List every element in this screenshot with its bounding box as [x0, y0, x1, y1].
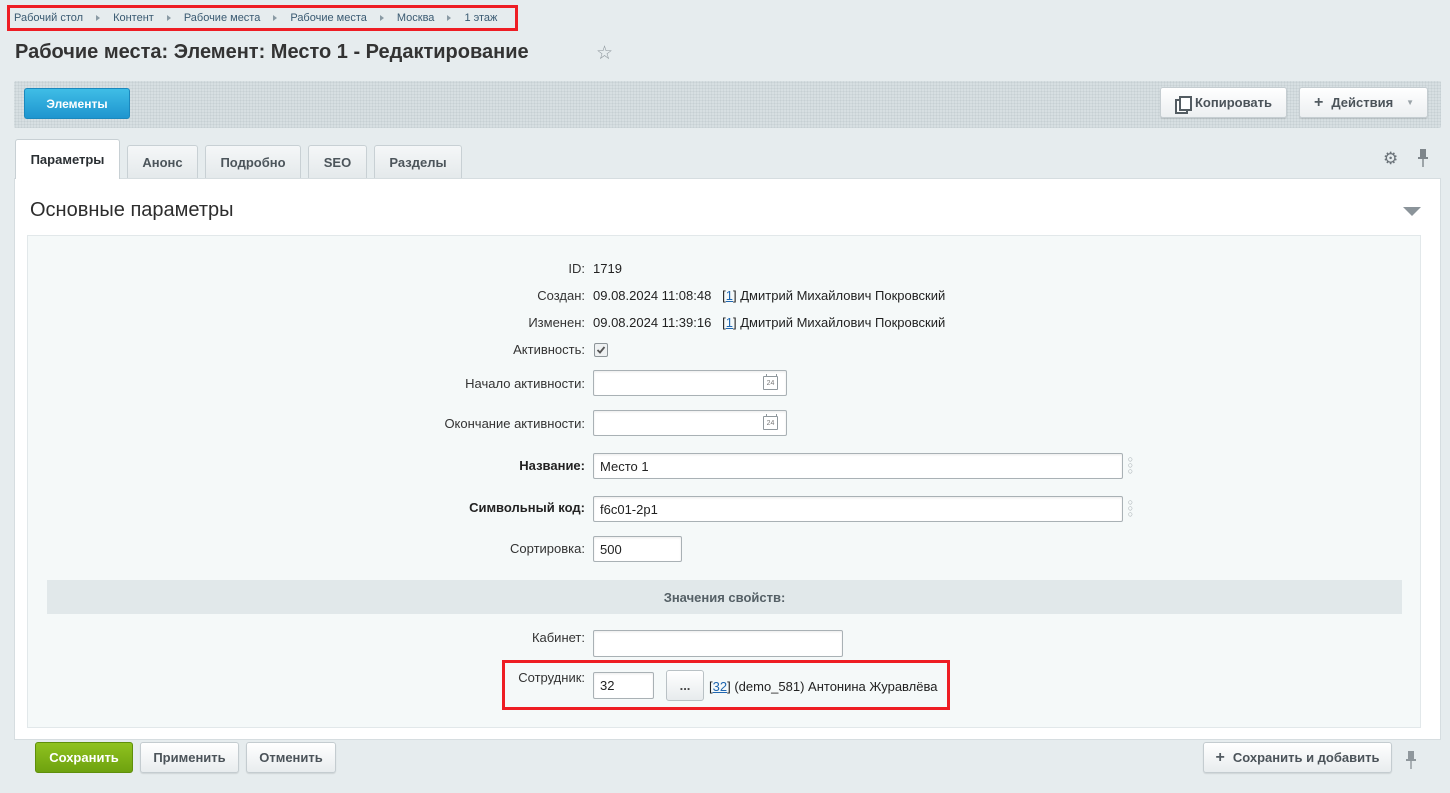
- active-checkbox[interactable]: [594, 343, 608, 357]
- name-label: Название:: [519, 458, 585, 473]
- modified-label: Изменен:: [528, 315, 585, 330]
- sort-input[interactable]: 500: [593, 536, 682, 562]
- breadcrumb-item-content[interactable]: Контент: [113, 12, 154, 24]
- tab-parameters[interactable]: Параметры: [15, 139, 120, 179]
- breadcrumb-separator-icon: [447, 15, 452, 21]
- gear-icon[interactable]: ⚙: [1383, 149, 1398, 169]
- translit-link-icon[interactable]: ○ ○ ○: [1126, 455, 1135, 476]
- id-label: ID:: [568, 261, 585, 276]
- created-value: 09.08.2024 11:08:48 [1] Дмитрий Михайлов…: [593, 288, 946, 303]
- employee-name: (demo_581) Антонина Журавлёва: [734, 679, 938, 694]
- modified-user-link[interactable]: 1: [726, 315, 733, 330]
- calendar-icon[interactable]: 24: [763, 374, 778, 390]
- employee-browse-button[interactable]: ...: [666, 670, 704, 701]
- employee-label: Сотрудник:: [518, 670, 585, 685]
- cancel-button[interactable]: Отменить: [246, 742, 336, 773]
- save-and-add-button[interactable]: + Сохранить и добавить: [1203, 742, 1392, 773]
- favorite-star-icon[interactable]: ☆: [596, 42, 613, 65]
- code-label: Символьный код:: [469, 500, 585, 515]
- tab-details[interactable]: Подробно: [205, 145, 301, 178]
- active-label: Активность:: [513, 342, 585, 357]
- modified-date: 09.08.2024 11:39:16: [593, 315, 712, 330]
- created-label: Создан:: [537, 288, 585, 303]
- actions-button-label: Действия: [1331, 95, 1394, 110]
- name-input[interactable]: Место 1: [593, 453, 1123, 479]
- page-title: Рабочие места: Элемент: Место 1 - Редакт…: [15, 41, 529, 63]
- calendar-icon[interactable]: 24: [763, 414, 778, 430]
- employee-link[interactable]: 32: [713, 679, 727, 694]
- actions-button[interactable]: + Действия ▼: [1299, 87, 1428, 118]
- apply-button[interactable]: Применить: [140, 742, 239, 773]
- cabinet-label: Кабинет:: [531, 630, 585, 645]
- section-title: Основные параметры: [30, 199, 234, 221]
- active-from-label: Начало активности:: [465, 376, 585, 391]
- modified-user-name: Дмитрий Михайлович Покровский: [740, 315, 946, 330]
- breadcrumb-item-workplaces-2[interactable]: Рабочие места: [290, 12, 367, 24]
- plus-icon: +: [1215, 748, 1225, 766]
- collapse-triangle-icon[interactable]: [1403, 207, 1421, 216]
- cabinet-input[interactable]: [593, 630, 843, 657]
- created-user-name: Дмитрий Михайлович Покровский: [740, 288, 946, 303]
- pin-icon[interactable]: [1417, 148, 1429, 168]
- copy-button[interactable]: Копировать: [1160, 87, 1287, 118]
- active-to-label: Окончание активности:: [444, 416, 585, 431]
- breadcrumb-item-floor[interactable]: 1 этаж: [464, 12, 497, 24]
- breadcrumb-separator-icon: [166, 15, 171, 21]
- breadcrumb: Рабочий стол Контент Рабочие места Рабоч…: [7, 5, 518, 31]
- sort-label: Сортировка:: [510, 541, 585, 556]
- breadcrumb-separator-icon: [379, 15, 384, 21]
- tab-announce[interactable]: Анонс: [127, 145, 198, 178]
- save-button[interactable]: Сохранить: [35, 742, 133, 773]
- modified-value: 09.08.2024 11:39:16 [1] Дмитрий Михайлов…: [593, 315, 946, 330]
- copy-button-label: Копировать: [1194, 95, 1272, 110]
- plus-icon: +: [1314, 93, 1324, 111]
- code-input[interactable]: f6c01-2p1: [593, 496, 1123, 522]
- created-date: 09.08.2024 11:08:48: [593, 288, 712, 303]
- breadcrumb-item-workplaces[interactable]: Рабочие места: [184, 12, 261, 24]
- elements-back-button[interactable]: Элементы: [24, 88, 130, 119]
- tab-sections[interactable]: Разделы: [374, 145, 462, 178]
- copy-icon: [1175, 95, 1192, 114]
- checkmark-icon: [596, 346, 606, 354]
- breadcrumb-separator-icon: [273, 15, 278, 21]
- pin-icon[interactable]: [1405, 750, 1417, 770]
- save-and-add-label: Сохранить и добавить: [1232, 750, 1380, 765]
- translit-link-icon[interactable]: ○ ○ ○: [1126, 498, 1135, 519]
- breadcrumb-item-moscow[interactable]: Москва: [397, 12, 435, 24]
- id-value: 1719: [593, 261, 622, 276]
- employee-input[interactable]: 32: [593, 672, 654, 699]
- breadcrumb-separator-icon: [96, 15, 101, 21]
- breadcrumb-item-desktop[interactable]: Рабочий стол: [14, 12, 83, 24]
- properties-header: Значения свойств:: [47, 580, 1402, 614]
- chevron-down-icon: ▼: [1406, 98, 1415, 107]
- created-user-link[interactable]: 1: [726, 288, 733, 303]
- tab-seo[interactable]: SEO: [308, 145, 367, 178]
- employee-description: [32] (demo_581) Антонина Журавлёва: [709, 679, 938, 694]
